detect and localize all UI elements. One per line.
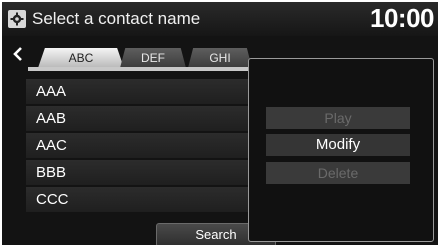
contact-name: AAC xyxy=(36,137,67,154)
contact-item-aab[interactable]: AAB xyxy=(26,106,272,131)
contact-options-popup: Play Modify Delete xyxy=(248,58,434,242)
contact-name: BBB xyxy=(36,164,67,181)
contact-name: CCC xyxy=(36,191,69,208)
delete-button[interactable]: Delete xyxy=(266,162,410,184)
contact-item-ccc[interactable]: CCC xyxy=(26,187,272,212)
play-button[interactable]: Play xyxy=(266,107,410,129)
contact-name: AAA xyxy=(36,83,67,100)
chevron-left-icon xyxy=(13,47,22,61)
page-title: Select a contact name xyxy=(32,9,201,28)
delete-label: Delete xyxy=(317,165,359,181)
play-label: Play xyxy=(324,110,352,126)
tab-label: DEF xyxy=(141,51,165,65)
tab-label: ABC xyxy=(68,51,94,65)
settings-icon xyxy=(8,10,26,28)
screen: Select a contact name 10:00 ABC DEF GHI … xyxy=(2,2,438,245)
contact-item-aaa[interactable]: AAA xyxy=(26,79,272,104)
back-button[interactable] xyxy=(6,42,34,66)
contact-item-bbb[interactable]: BBB xyxy=(26,160,272,185)
clock: 10:00 xyxy=(370,3,435,33)
header-bar: Select a contact name 10:00 xyxy=(2,2,438,36)
contact-item-aac[interactable]: AAC xyxy=(26,133,272,158)
modify-button[interactable]: Modify xyxy=(266,134,410,156)
contact-name: AAB xyxy=(36,110,67,127)
tab-label: GHI xyxy=(209,51,231,65)
tab-underline xyxy=(28,67,248,71)
tab-def[interactable]: DEF xyxy=(120,48,186,68)
tab-ghi[interactable]: GHI xyxy=(188,48,252,68)
modify-label: Modify xyxy=(315,136,361,153)
tab-abc[interactable]: ABC xyxy=(38,48,124,68)
